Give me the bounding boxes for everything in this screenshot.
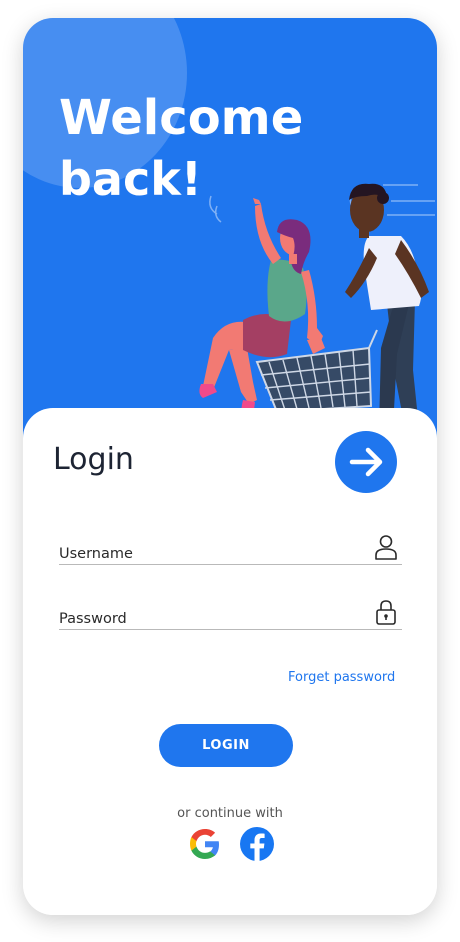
google-icon [190,829,219,859]
continue-with-text: or continue with [177,806,283,821]
login-button[interactable]: LOGIN [159,724,293,767]
phone-frame: Welcome back! Login Username Password Fo… [23,18,437,915]
lock-icon [376,600,396,625]
password-field[interactable]: Password [59,589,402,630]
shopping-cart-illustration [199,183,435,428]
welcome-title-line1: Welcome [59,90,304,146]
forgot-password-link[interactable]: Forget password [288,670,395,685]
facebook-icon [240,827,274,861]
login-card: Login Username Password Forget password … [23,408,437,915]
submit-arrow-button[interactable] [335,431,397,493]
username-field[interactable]: Username [59,524,402,565]
login-title: Login [53,442,134,477]
user-icon [375,535,397,560]
username-label: Username [59,546,133,562]
arrow-right-icon [349,447,383,477]
password-label: Password [59,611,127,627]
hero-banner: Welcome back! [23,18,437,448]
facebook-login-button[interactable] [239,826,275,862]
google-login-button[interactable] [187,826,223,862]
